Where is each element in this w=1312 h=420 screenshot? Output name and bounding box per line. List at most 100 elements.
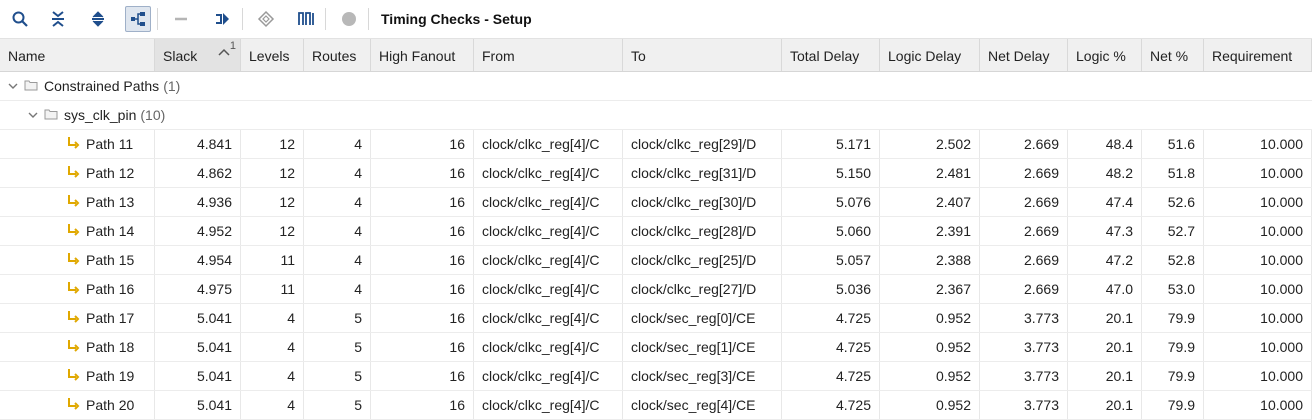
- total-delay-cell: 4.725: [782, 362, 880, 390]
- routes-cell: 5: [304, 304, 371, 332]
- logic-delay-cell: 2.367: [880, 275, 980, 303]
- column-header-logic-pct[interactable]: Logic %: [1068, 39, 1142, 71]
- group-count: (10): [140, 107, 166, 123]
- routes-cell: 5: [304, 333, 371, 361]
- folder-icon: [44, 107, 58, 123]
- from-cell: clock/clkc_reg[4]/C: [474, 275, 623, 303]
- requirement-cell: 10.000: [1204, 362, 1312, 390]
- logic-pct-cell: 20.1: [1068, 362, 1142, 390]
- expand-all-icon[interactable]: [85, 6, 111, 32]
- timing-path-icon: [66, 363, 80, 390]
- toolbar: Timing Checks - Setup: [0, 0, 1312, 38]
- table-header: Name Slack 1 Levels Routes High Fanout F…: [0, 38, 1312, 72]
- total-delay-cell: 5.076: [782, 188, 880, 216]
- table-row[interactable]: Path 13 4.936 12 4 16 clock/clkc_reg[4]/C cloc…: [0, 188, 1312, 217]
- logic-pct-cell: 20.1: [1068, 333, 1142, 361]
- circle-icon[interactable]: [336, 6, 362, 32]
- table-row[interactable]: Path 20 5.041 4 5 16 clock/clkc_reg[4]/C clock…: [0, 391, 1312, 420]
- to-cell: clock/sec_reg[0]/CE: [623, 304, 782, 332]
- schematic-icon[interactable]: [210, 6, 236, 32]
- path-name: Path 12: [86, 165, 135, 181]
- table-row[interactable]: Path 11 4.841 12 4 16 clock/clkc_reg[4]/C cloc…: [0, 130, 1312, 159]
- path-name: Path 13: [86, 194, 135, 210]
- column-header-net-delay[interactable]: Net Delay: [980, 39, 1068, 71]
- slack-cell: 4.841: [155, 130, 241, 158]
- levels-cell: 12: [241, 130, 304, 158]
- net-delay-cell: 2.669: [980, 217, 1068, 245]
- slack-cell: 4.952: [155, 217, 241, 245]
- column-header-net-pct[interactable]: Net %: [1142, 39, 1204, 71]
- requirement-cell: 10.000: [1204, 275, 1312, 303]
- net-delay-cell: 2.669: [980, 188, 1068, 216]
- waveform-icon[interactable]: [293, 6, 319, 32]
- table-row[interactable]: Path 14 4.952 12 4 16 clock/clkc_reg[4]/C cloc…: [0, 217, 1312, 246]
- high-fanout-cell: 16: [371, 188, 474, 216]
- toolbar-separator: [157, 8, 158, 30]
- group-label: sys_clk_pin: [64, 107, 137, 123]
- total-delay-cell: 5.060: [782, 217, 880, 245]
- slack-cell: 5.041: [155, 362, 241, 390]
- logic-pct-cell: 48.4: [1068, 130, 1142, 158]
- diamond-icon[interactable]: [253, 6, 279, 32]
- column-header-to[interactable]: To: [623, 39, 782, 71]
- column-header-name[interactable]: Name: [0, 39, 155, 71]
- sort-ascending-icon: 1: [218, 39, 236, 69]
- group-row-clock[interactable]: sys_clk_pin (10): [0, 101, 1312, 130]
- path-name: Path 19: [86, 368, 135, 384]
- column-header-slack[interactable]: Slack 1: [155, 39, 241, 71]
- to-cell: clock/clkc_reg[31]/D: [623, 159, 782, 187]
- column-header-total-delay[interactable]: Total Delay: [782, 39, 880, 71]
- column-header-requirement[interactable]: Requirement: [1204, 39, 1312, 71]
- net-delay-cell: 2.669: [980, 275, 1068, 303]
- column-header-logic-delay[interactable]: Logic Delay: [880, 39, 980, 71]
- column-header-levels[interactable]: Levels: [241, 39, 304, 71]
- path-name-cell: Path 16: [0, 275, 155, 303]
- table-row[interactable]: Path 17 5.041 4 5 16 clock/clkc_reg[4]/C clock…: [0, 304, 1312, 333]
- high-fanout-cell: 16: [371, 246, 474, 274]
- path-name-cell: Path 12: [0, 159, 155, 187]
- total-delay-cell: 5.057: [782, 246, 880, 274]
- chevron-down-icon[interactable]: [26, 111, 40, 119]
- to-cell: clock/clkc_reg[28]/D: [623, 217, 782, 245]
- hierarchy-icon[interactable]: [125, 6, 151, 32]
- minus-icon[interactable]: [168, 6, 194, 32]
- group-label: Constrained Paths: [44, 78, 160, 94]
- path-name-cell: Path 20: [0, 391, 155, 419]
- table-row[interactable]: Path 15 4.954 11 4 16 clock/clkc_reg[4]/C cloc…: [0, 246, 1312, 275]
- requirement-cell: 10.000: [1204, 304, 1312, 332]
- levels-cell: 11: [241, 246, 304, 274]
- net-delay-cell: 2.669: [980, 246, 1068, 274]
- table-row[interactable]: Path 19 5.041 4 5 16 clock/clkc_reg[4]/C clock…: [0, 362, 1312, 391]
- column-header-from[interactable]: From: [474, 39, 623, 71]
- from-cell: clock/clkc_reg[4]/C: [474, 188, 623, 216]
- total-delay-cell: 5.171: [782, 130, 880, 158]
- path-name-cell: Path 11: [0, 130, 155, 158]
- path-name: Path 18: [86, 339, 135, 355]
- group-row-constrained-paths[interactable]: Constrained Paths (1): [0, 72, 1312, 101]
- table-row[interactable]: Path 16 4.975 11 4 16 clock/clkc_reg[4]/C cloc…: [0, 275, 1312, 304]
- routes-cell: 5: [304, 391, 371, 419]
- routes-cell: 4: [304, 188, 371, 216]
- chevron-down-icon[interactable]: [6, 82, 20, 90]
- routes-cell: 4: [304, 130, 371, 158]
- column-header-routes[interactable]: Routes: [304, 39, 371, 71]
- logic-pct-cell: 20.1: [1068, 391, 1142, 419]
- to-cell: clock/sec_reg[4]/CE: [623, 391, 782, 419]
- levels-cell: 4: [241, 362, 304, 390]
- net-pct-cell: 79.9: [1142, 362, 1204, 390]
- routes-cell: 4: [304, 246, 371, 274]
- routes-cell: 4: [304, 159, 371, 187]
- requirement-cell: 10.000: [1204, 159, 1312, 187]
- requirement-cell: 10.000: [1204, 130, 1312, 158]
- collapse-all-icon[interactable]: [45, 6, 71, 32]
- high-fanout-cell: 16: [371, 159, 474, 187]
- table-row[interactable]: Path 12 4.862 12 4 16 clock/clkc_reg[4]/C cloc…: [0, 159, 1312, 188]
- toolbar-separator: [325, 8, 326, 30]
- toolbar-separator: [242, 8, 243, 30]
- logic-pct-cell: 20.1: [1068, 304, 1142, 332]
- slack-cell: 5.041: [155, 391, 241, 419]
- search-icon[interactable]: [7, 6, 33, 32]
- table-row[interactable]: Path 18 5.041 4 5 16 clock/clkc_reg[4]/C clock…: [0, 333, 1312, 362]
- net-delay-cell: 2.669: [980, 130, 1068, 158]
- column-header-high-fanout[interactable]: High Fanout: [371, 39, 474, 71]
